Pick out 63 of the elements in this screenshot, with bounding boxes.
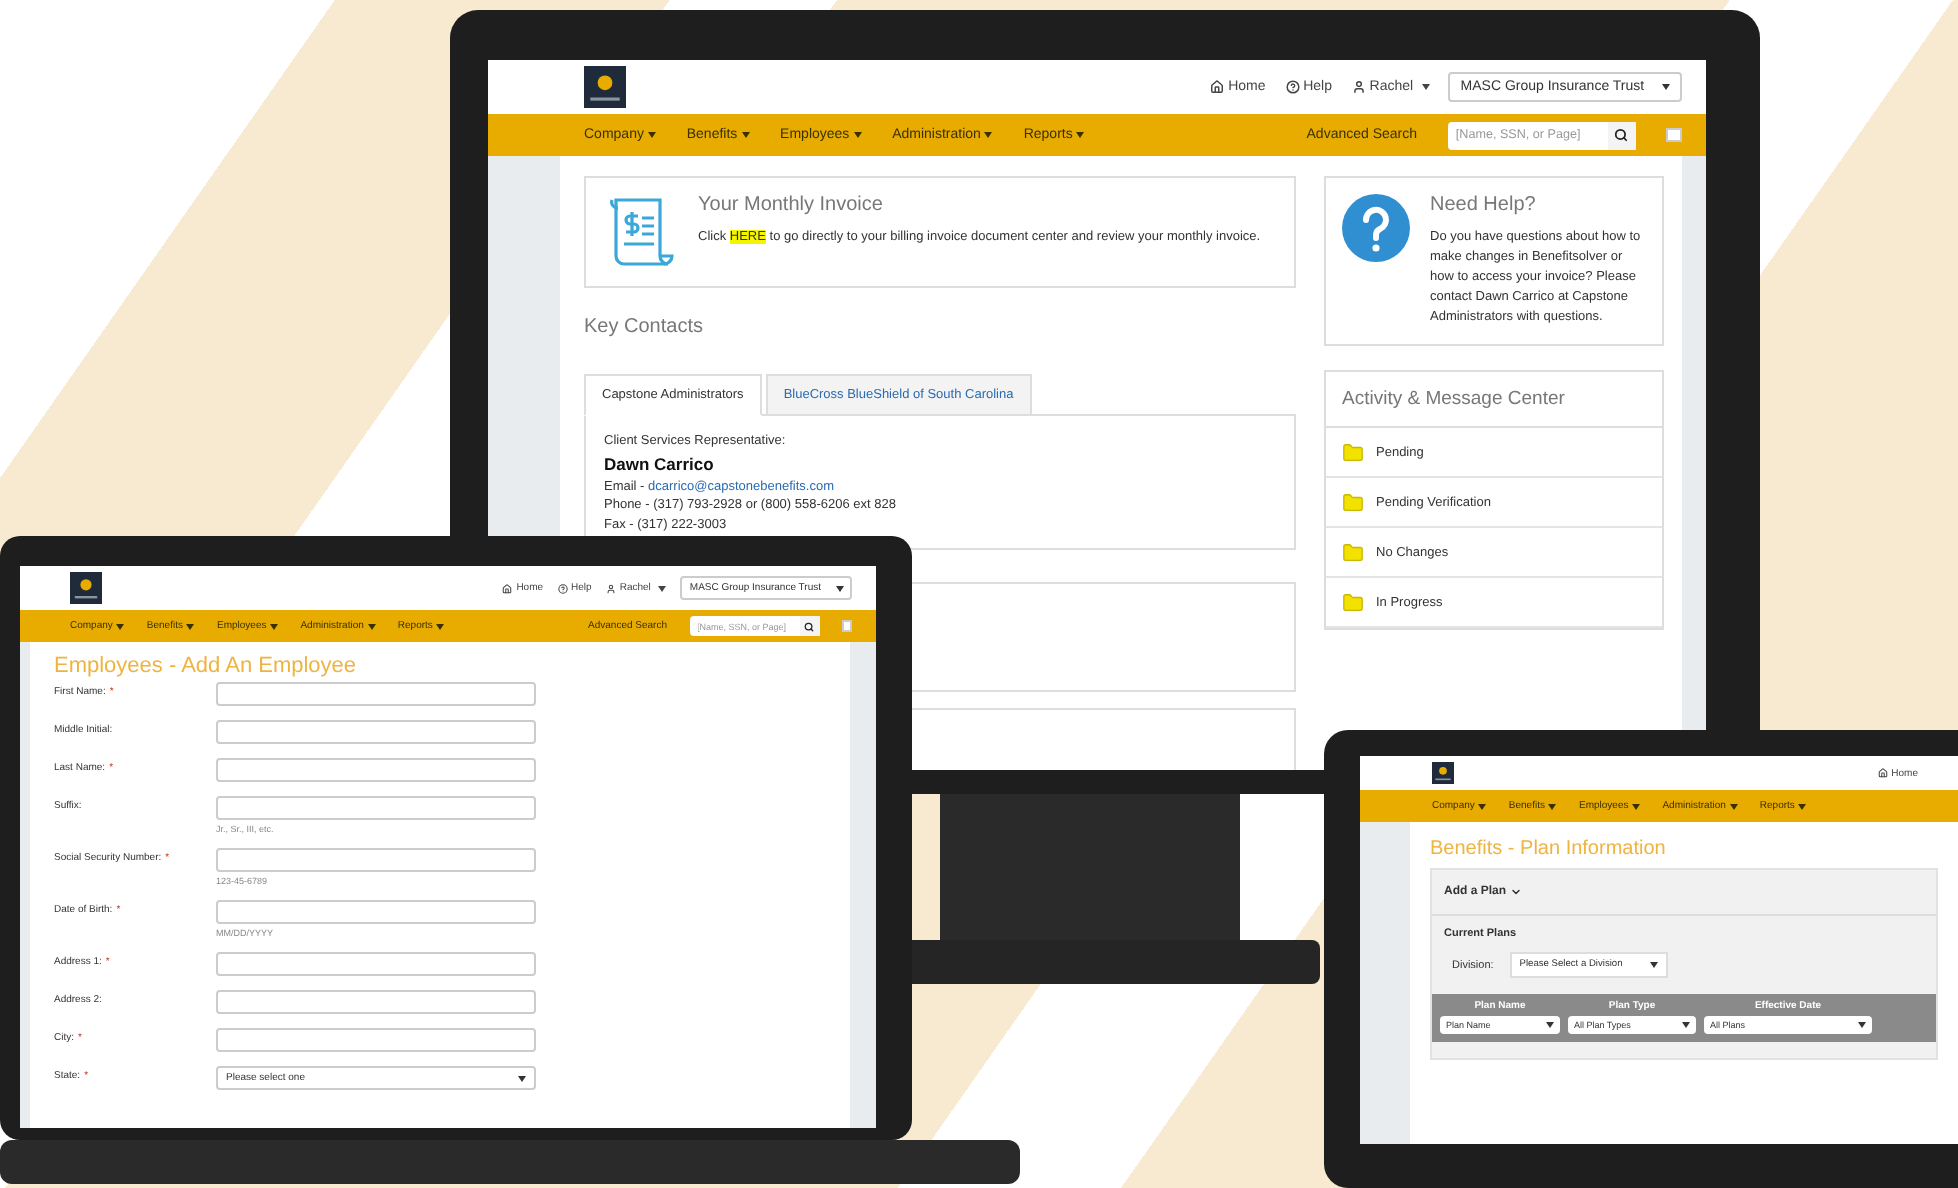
caret-icon	[1478, 803, 1487, 809]
caret-icon	[1546, 1022, 1554, 1028]
logo-icon	[70, 572, 102, 604]
input-field[interactable]	[216, 758, 536, 782]
caret-icon	[1858, 1022, 1866, 1028]
folder-icon	[1342, 541, 1364, 564]
search-button[interactable]	[1607, 121, 1636, 149]
caret-icon	[367, 623, 376, 629]
caret-icon	[1650, 962, 1659, 968]
caret-icon	[1662, 84, 1671, 90]
caret-icon	[647, 132, 656, 138]
home-icon	[1877, 768, 1888, 778]
caret-icon	[984, 132, 993, 138]
page-title: Benefits - Plan Information	[1430, 838, 1668, 860]
caret-icon	[1632, 803, 1641, 809]
help-icon	[1342, 194, 1410, 262]
caret-icon	[186, 623, 195, 629]
input-field[interactable]	[216, 952, 536, 976]
caret-icon	[116, 623, 125, 629]
input-field[interactable]	[216, 1028, 536, 1052]
input-field[interactable]	[216, 900, 536, 924]
help-icon	[1285, 80, 1300, 94]
contact-name: Dawn Carrico	[604, 451, 716, 477]
caret-icon	[1421, 84, 1430, 90]
caret-icon	[1729, 803, 1738, 809]
home-icon	[1210, 80, 1225, 94]
folder-icon	[1342, 441, 1364, 464]
input-field[interactable]	[216, 682, 536, 706]
caret-icon	[853, 132, 862, 138]
caret-icon	[1682, 1022, 1690, 1028]
folder-icon	[1342, 591, 1364, 614]
checkbox[interactable]	[841, 620, 852, 632]
chevron-icon	[1510, 886, 1523, 898]
search-button[interactable]	[799, 616, 819, 636]
invoice-title: Your Monthly Invoice	[698, 194, 885, 216]
input-field[interactable]	[216, 848, 536, 872]
user-icon	[1351, 80, 1366, 94]
logo-icon	[1432, 762, 1454, 784]
caret-icon	[1076, 132, 1085, 138]
checkbox[interactable]	[1666, 127, 1682, 143]
user-icon	[605, 583, 616, 593]
caret-icon	[1548, 803, 1557, 809]
caret-icon	[270, 623, 279, 629]
caret-icon	[741, 132, 750, 138]
input-field[interactable]	[216, 990, 536, 1014]
search-icon	[1614, 128, 1629, 142]
caret-icon	[658, 585, 667, 591]
logo-icon	[584, 66, 626, 108]
page-title: Employees - Add An Employee	[54, 654, 359, 678]
folder-icon	[1342, 491, 1364, 514]
caret-icon	[1798, 803, 1807, 809]
activity-title: Activity & Message Center	[1326, 372, 1662, 429]
search-icon	[804, 621, 814, 631]
caret-icon	[518, 1075, 526, 1081]
caret-icon	[436, 623, 445, 629]
invoice-scroll-icon	[606, 194, 678, 270]
help-title: Need Help?	[1430, 194, 1538, 216]
input-field[interactable]	[216, 720, 536, 744]
input-field[interactable]	[216, 796, 536, 820]
help-icon	[557, 583, 568, 593]
section-heading: Key Contacts	[584, 316, 705, 338]
home-icon	[502, 583, 513, 593]
caret-icon	[835, 585, 843, 591]
